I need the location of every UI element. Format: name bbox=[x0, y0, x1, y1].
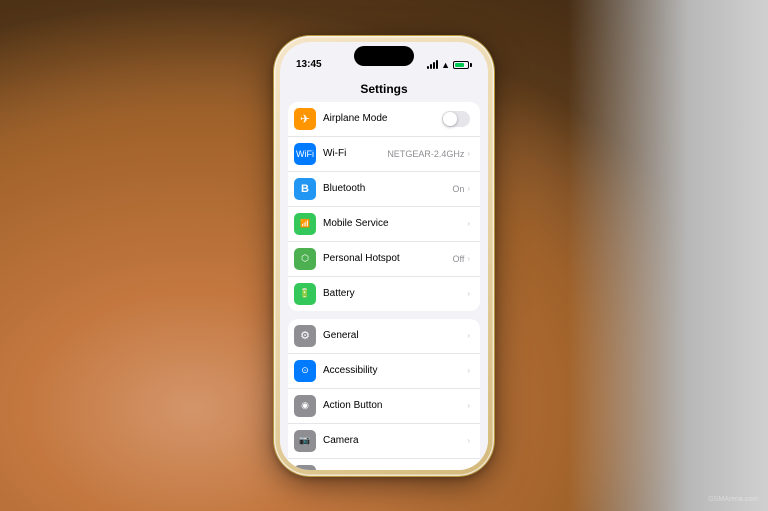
hand-right-bg bbox=[568, 0, 768, 511]
list-item[interactable]: 📶 Mobile Service › bbox=[288, 207, 480, 242]
chevron-icon: › bbox=[467, 219, 470, 228]
airplane-mode-toggle[interactable] bbox=[442, 111, 470, 127]
wifi-icon: ▲ bbox=[441, 60, 450, 70]
list-item[interactable]: ⚙ General › bbox=[288, 319, 480, 354]
chevron-icon: › bbox=[467, 149, 470, 158]
general-icon: ⚙ bbox=[294, 325, 316, 347]
chevron-icon: › bbox=[467, 254, 470, 263]
section-system: ⚙ General › ⊙ Accessibility › ◉ Action B… bbox=[288, 319, 480, 470]
status-icons: ▲ bbox=[427, 60, 472, 70]
action-button-icon: ◉ bbox=[294, 395, 316, 417]
battery-settings-icon: 🔋 bbox=[294, 283, 316, 305]
iphone-screen: 13:45 ▲ Settings bbox=[280, 42, 488, 470]
list-item[interactable]: ⊙ Accessibility › bbox=[288, 354, 480, 389]
bluetooth-value: On bbox=[452, 184, 464, 194]
list-item[interactable]: ⊞ Control Centre › bbox=[288, 459, 480, 470]
control-centre-icon: ⊞ bbox=[294, 465, 316, 470]
list-item[interactable]: 🔋 Battery › bbox=[288, 277, 480, 311]
wifi-label: Wi-Fi bbox=[323, 148, 387, 159]
action-button-label: Action Button bbox=[323, 400, 467, 411]
chevron-icon: › bbox=[467, 366, 470, 375]
hotspot-label: Personal Hotspot bbox=[323, 253, 452, 264]
camera-label: Camera bbox=[323, 435, 467, 446]
camera-settings-icon: 📷 bbox=[294, 430, 316, 452]
chevron-icon: › bbox=[467, 401, 470, 410]
hotspot-icon: ⬡ bbox=[294, 248, 316, 270]
list-item[interactable]: ⬡ Personal Hotspot Off › bbox=[288, 242, 480, 277]
dynamic-island bbox=[354, 46, 414, 66]
list-item[interactable]: 📷 Camera › bbox=[288, 424, 480, 459]
chevron-icon: › bbox=[467, 331, 470, 340]
iphone-frame: 13:45 ▲ Settings bbox=[274, 36, 494, 476]
chevron-icon: › bbox=[467, 289, 470, 298]
list-item[interactable]: B Bluetooth On › bbox=[288, 172, 480, 207]
general-label: General bbox=[323, 330, 467, 341]
mobile-service-icon: 📶 bbox=[294, 213, 316, 235]
section-connectivity: ✈ Airplane Mode WiFi Wi-Fi NETGEAR-2.4GH… bbox=[288, 102, 480, 311]
page-title: Settings bbox=[280, 80, 488, 102]
airplane-mode-icon: ✈ bbox=[294, 108, 316, 130]
list-item[interactable]: ◉ Action Button › bbox=[288, 389, 480, 424]
hotspot-value: Off bbox=[452, 254, 464, 264]
wifi-value: NETGEAR-2.4GHz bbox=[387, 149, 464, 159]
chevron-icon: › bbox=[467, 436, 470, 445]
status-time: 13:45 bbox=[296, 59, 322, 70]
battery-label: Battery bbox=[323, 288, 467, 299]
bluetooth-icon: B bbox=[294, 178, 316, 200]
chevron-icon: › bbox=[467, 184, 470, 193]
airplane-mode-label: Airplane Mode bbox=[323, 113, 442, 124]
accessibility-icon: ⊙ bbox=[294, 360, 316, 382]
settings-content[interactable]: ✈ Airplane Mode WiFi Wi-Fi NETGEAR-2.4GH… bbox=[280, 102, 488, 470]
mobile-service-label: Mobile Service bbox=[323, 218, 467, 229]
battery-icon bbox=[453, 61, 472, 69]
list-item[interactable]: WiFi Wi-Fi NETGEAR-2.4GHz › bbox=[288, 137, 480, 172]
scene: 13:45 ▲ Settings bbox=[0, 0, 768, 511]
wifi-settings-icon: WiFi bbox=[294, 143, 316, 165]
list-item[interactable]: ✈ Airplane Mode bbox=[288, 102, 480, 137]
watermark: GSMArena.com bbox=[708, 496, 758, 503]
accessibility-label: Accessibility bbox=[323, 365, 467, 376]
bluetooth-label: Bluetooth bbox=[323, 183, 452, 194]
signal-icon bbox=[427, 60, 438, 69]
